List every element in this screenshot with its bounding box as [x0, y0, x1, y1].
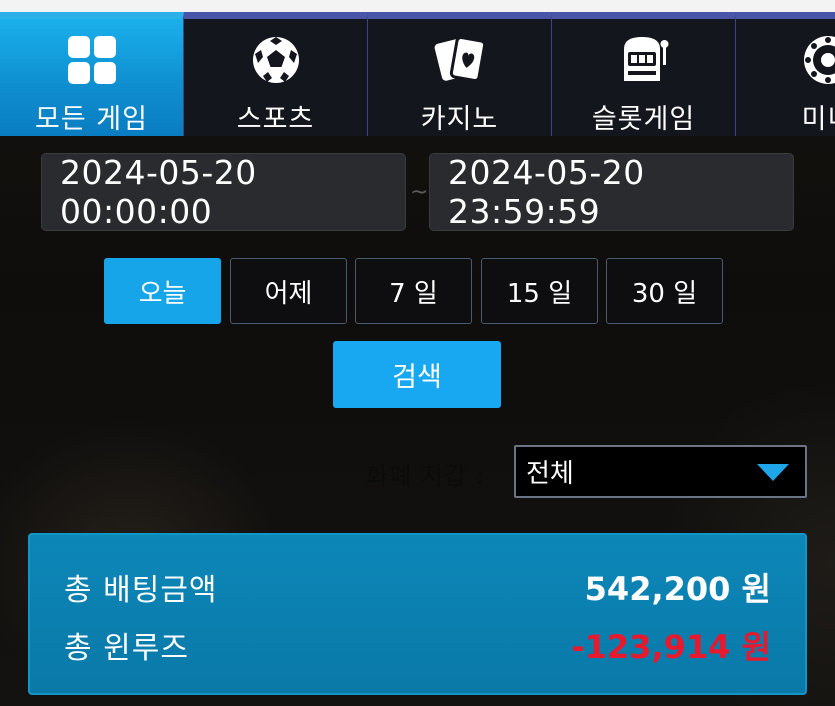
- playing-cards-icon: [432, 33, 488, 87]
- total-winloss-row: 총 윈루즈 -123,914 원: [64, 623, 771, 667]
- tab-slot-games[interactable]: 슬롯게임: [552, 12, 736, 136]
- roulette-icon: [800, 33, 835, 87]
- search-button[interactable]: 검색: [333, 341, 501, 408]
- yesterday-button[interactable]: 어제: [230, 258, 347, 324]
- date-range-separator: ~: [410, 180, 429, 205]
- total-winloss-label: 총 윈루즈: [64, 631, 189, 666]
- total-bet-row: 총 배팅금액 542,200 원: [64, 565, 771, 609]
- tab-label: 스포츠: [236, 104, 315, 135]
- end-date-input[interactable]: 2024-05-20 23:59:59: [429, 153, 794, 231]
- tab-casino[interactable]: 카지노: [368, 12, 552, 136]
- grid-icon: [64, 33, 120, 87]
- game-category-tabs: 모든 게임 스포츠 카지노 슬롯게임 미: [0, 12, 835, 136]
- tab-label: 미니: [801, 104, 835, 135]
- tab-sports[interactable]: 스포츠: [184, 12, 368, 136]
- summary-panel: 총 배팅금액 542,200 원 총 윈루즈 -123,914 원: [28, 533, 807, 695]
- tab-all-games[interactable]: 모든 게임: [0, 12, 184, 136]
- 30-days-button[interactable]: 30 일: [606, 258, 723, 324]
- tab-mini[interactable]: 미니: [736, 12, 835, 136]
- wallet-select-value: 전체: [526, 459, 574, 489]
- total-bet-label: 총 배팅금액: [64, 573, 218, 608]
- start-date-input[interactable]: 2024-05-20 00:00:00: [41, 153, 406, 231]
- 7-days-button[interactable]: 7 일: [355, 258, 472, 324]
- chevron-down-icon: [757, 464, 789, 481]
- wallet-select[interactable]: 전체: [514, 445, 807, 498]
- wallet-label: 화폐 지갑 :: [366, 462, 485, 490]
- total-bet-value: 542,200 원: [584, 570, 771, 608]
- tab-label: 모든 게임: [35, 104, 148, 135]
- page: 모든 게임 스포츠 카지노 슬롯게임 미 2024-05-20 00:00:00…: [0, 0, 835, 706]
- tab-label: 슬롯게임: [591, 104, 696, 135]
- soccer-ball-icon: [248, 33, 304, 87]
- top-strip: [0, 0, 835, 12]
- 15-days-button[interactable]: 15 일: [481, 258, 598, 324]
- slot-machine-icon: [616, 33, 672, 87]
- tab-label: 카지노: [420, 104, 499, 135]
- today-button[interactable]: 오늘: [104, 258, 221, 324]
- total-winloss-value: -123,914 원: [571, 628, 771, 666]
